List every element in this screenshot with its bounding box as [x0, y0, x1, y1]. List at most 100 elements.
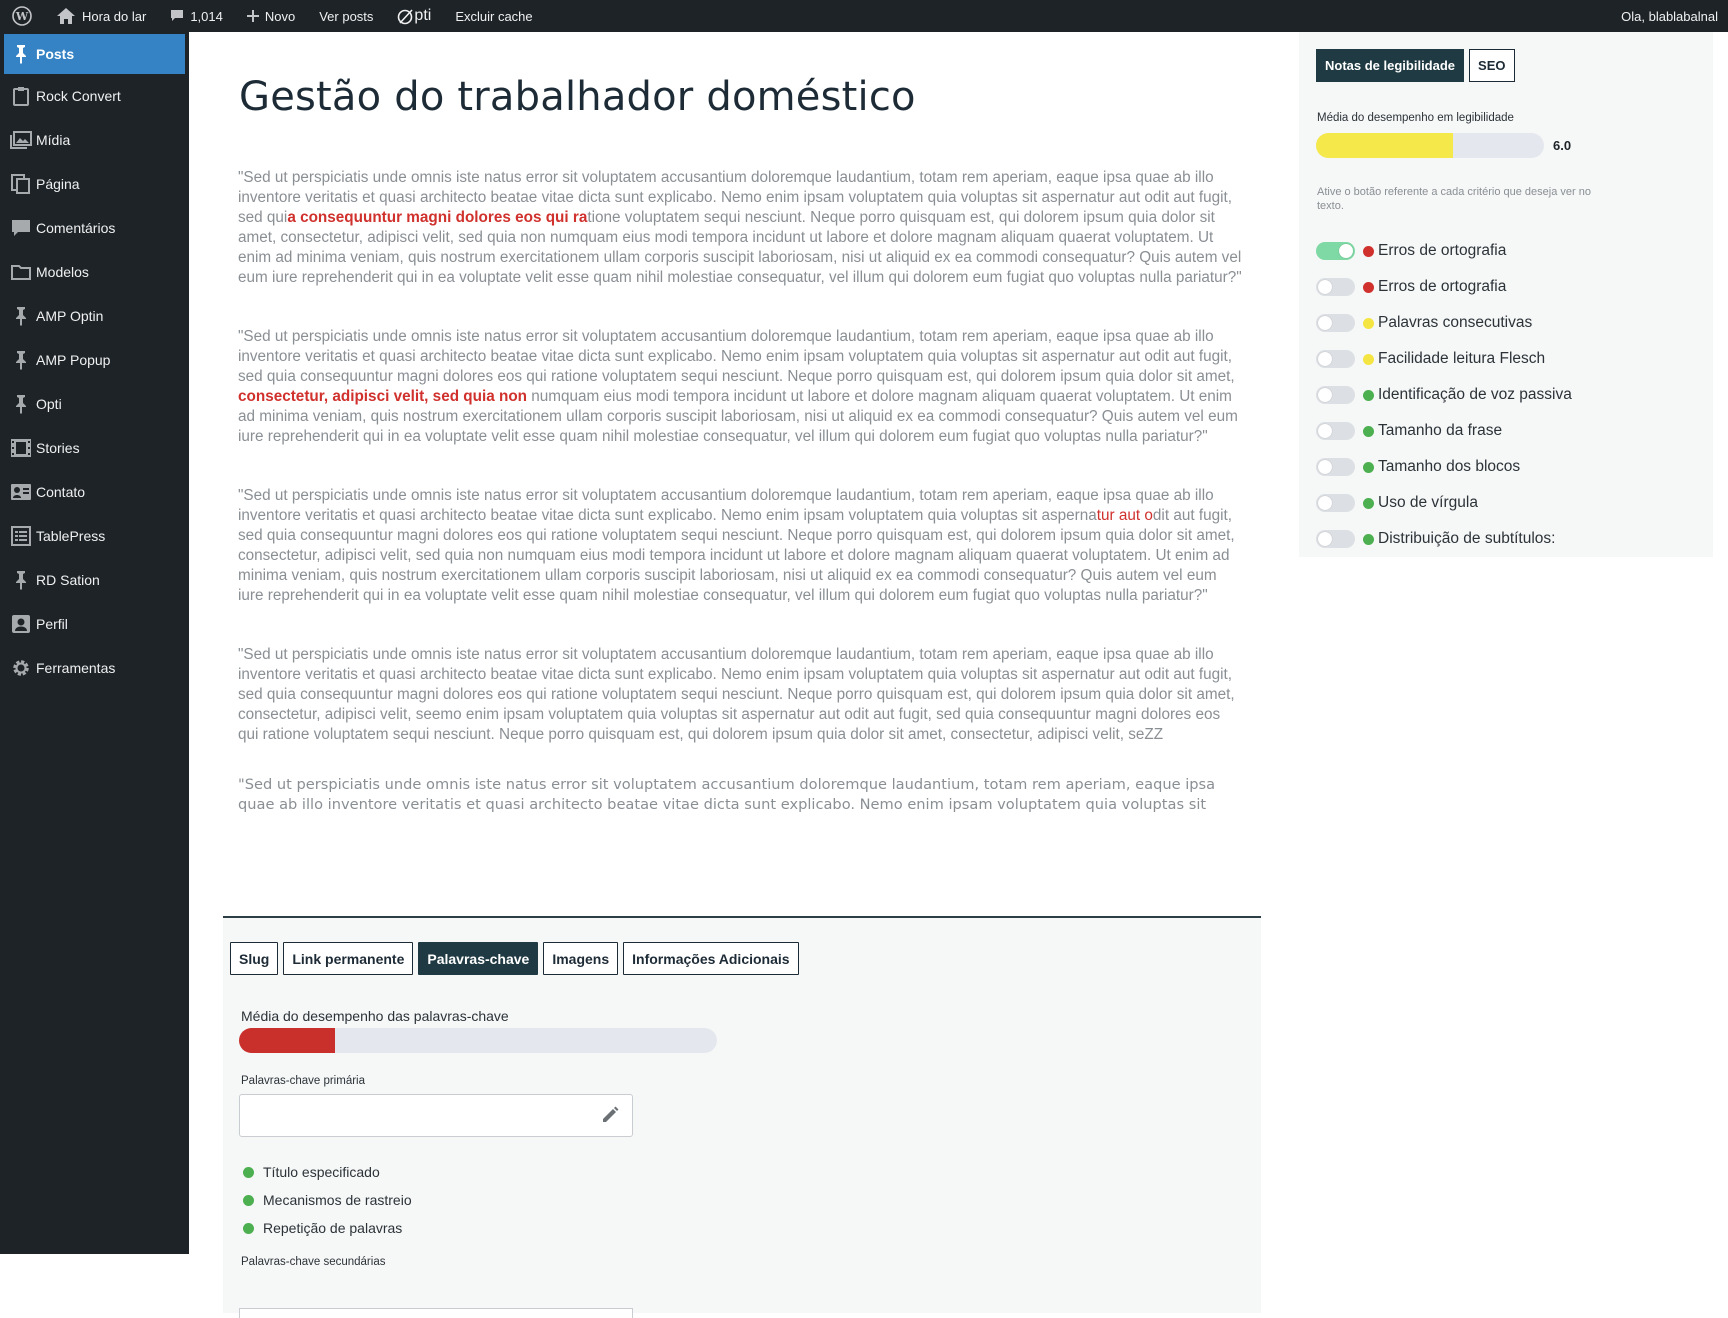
- criterion-toggle[interactable]: [1316, 314, 1355, 332]
- sidebar-item-stories[interactable]: Stories: [0, 426, 189, 470]
- tab-link-permanente[interactable]: Link permanente: [283, 942, 414, 975]
- primary-keyword-input[interactable]: [239, 1094, 633, 1137]
- criterion-row: Facilidade leitura Flesch: [1316, 341, 1572, 377]
- paragraph[interactable]: "Sed ut perspiciatis unde omnis iste nat…: [238, 168, 1243, 288]
- opti-menu[interactable]: pti: [385, 0, 443, 32]
- paragraph[interactable]: "Sed ut perspiciatis unde omnis iste nat…: [238, 486, 1243, 606]
- toggle-knob: [1318, 352, 1332, 366]
- sidebar-item-label: AMP Popup: [36, 352, 111, 368]
- tab-notas-legibilidade[interactable]: Notas de legibilidade: [1316, 49, 1465, 82]
- paragraph[interactable]: "Sed ut perspiciatis unde omnis iste nat…: [238, 327, 1243, 447]
- keyword-checks: Título especificado Mecanismos de rastre…: [243, 1158, 412, 1242]
- criterion-toggle[interactable]: [1316, 530, 1355, 548]
- criterion-label: Uso de vírgula: [1378, 494, 1478, 511]
- film-icon: [10, 437, 32, 459]
- readability-score-bar: [1316, 133, 1544, 158]
- status-dot: [1363, 389, 1374, 401]
- comment-icon: [171, 10, 184, 21]
- tab-slug[interactable]: Slug: [230, 942, 279, 975]
- editor-main: Gestão do trabalhador doméstico "Sed ut …: [189, 32, 1299, 1318]
- site-name-link[interactable]: Hora do lar: [44, 0, 158, 32]
- user-icon: [10, 613, 32, 635]
- highlighted-issue: consectetur, adipisci velit, sed quia no…: [238, 388, 528, 405]
- readability-score-fill: [1316, 133, 1453, 158]
- status-dot: [1363, 245, 1374, 257]
- sidebar-item-rd-sation[interactable]: RD Sation: [0, 558, 189, 602]
- criterion-toggle[interactable]: [1316, 350, 1355, 368]
- check-item: Repetição de palavras: [243, 1214, 412, 1242]
- tab-palavras-chave[interactable]: Palavras-chave: [418, 942, 539, 975]
- comments-link[interactable]: 1,014: [158, 0, 235, 32]
- sidebar-item-modelos[interactable]: Modelos: [0, 250, 189, 294]
- criterion-label: Erros de ortografia: [1378, 242, 1507, 259]
- status-dot: [243, 1194, 254, 1206]
- sidebar-item-posts[interactable]: Posts: [4, 34, 185, 74]
- toggle-knob: [1318, 280, 1332, 294]
- sidebar-item-midia[interactable]: Mídia: [0, 118, 189, 162]
- criterion-row: Erros de ortografia: [1316, 269, 1572, 305]
- sidebar-item-amp-popup[interactable]: AMP Popup: [0, 338, 189, 382]
- sidebar-item-tablepress[interactable]: TablePress: [0, 514, 189, 558]
- tab-imagens[interactable]: Imagens: [543, 942, 619, 975]
- criterion-toggle[interactable]: [1316, 242, 1355, 260]
- sidebar-item-label: Contato: [36, 484, 86, 500]
- status-dot: [1363, 353, 1374, 365]
- sidebar-item-label: Ferramentas: [36, 660, 116, 676]
- sidebar-item-label: RD Sation: [36, 572, 100, 588]
- sidebar-item-amp-optin[interactable]: AMP Optin: [0, 294, 189, 338]
- pin-icon: [10, 349, 32, 371]
- wordpress-logo-button[interactable]: W: [0, 0, 44, 32]
- sidebar-item-ferramentas[interactable]: Ferramentas: [0, 646, 189, 690]
- new-content-button[interactable]: Novo: [235, 0, 307, 32]
- criterion-toggle[interactable]: [1316, 458, 1355, 476]
- keyword-average-label: Média do desempenho das palavras-chave: [241, 1008, 509, 1024]
- sidebar-item-contato[interactable]: Contato: [0, 470, 189, 514]
- sidebar-item-comentarios[interactable]: Comentários: [0, 206, 189, 250]
- secondary-keyword-input[interactable]: [239, 1308, 633, 1318]
- criterion-toggle[interactable]: [1316, 422, 1355, 440]
- toggle-knob: [1318, 496, 1332, 510]
- sidebar-item-opti[interactable]: Opti: [0, 382, 189, 426]
- readability-hint: Ative o botão referente a cada critério …: [1317, 186, 1591, 212]
- criterion-toggle[interactable]: [1316, 386, 1355, 404]
- status-dot: [1363, 425, 1374, 437]
- post-title[interactable]: Gestão do trabalhador doméstico: [239, 74, 916, 120]
- paragraph[interactable]: "Sed ut perspiciatis unde omnis iste nat…: [238, 775, 1243, 815]
- criterion-row: Erros de ortografia: [1316, 233, 1572, 269]
- folder-icon: [10, 261, 32, 283]
- check-item: Mecanismos de rastreio: [243, 1186, 412, 1214]
- criterion-row: Uso de vírgula: [1316, 485, 1572, 521]
- pin-icon: [10, 393, 32, 415]
- post-content[interactable]: "Sed ut perspiciatis unde omnis iste nat…: [238, 168, 1243, 918]
- status-dot: [1363, 317, 1374, 329]
- pencil-icon[interactable]: [600, 1105, 620, 1125]
- check-item: Título especificado: [243, 1158, 412, 1186]
- view-posts-link[interactable]: Ver posts: [307, 0, 385, 32]
- pin-icon: [10, 569, 32, 591]
- plus-icon: [246, 10, 259, 22]
- criterion-toggle[interactable]: [1316, 494, 1355, 512]
- readability-tabs: Notas de legibilidade SEO: [1316, 49, 1515, 82]
- paragraph[interactable]: "Sed ut perspiciatis unde omnis iste nat…: [238, 645, 1243, 745]
- status-dot: [243, 1166, 254, 1178]
- primary-keyword-label: Palavras-chave primária: [241, 1075, 365, 1087]
- sidebar-item-label: AMP Optin: [36, 308, 104, 324]
- tab-seo[interactable]: SEO: [1469, 49, 1515, 82]
- criterion-toggle[interactable]: [1316, 278, 1355, 296]
- sidebar-item-rock-convert[interactable]: Rock Convert: [0, 74, 189, 118]
- highlighted-issue: a consequuntur magni dolores eos qui ra: [287, 209, 588, 226]
- seo-bottom-panel: Slug Link permanente Palavras-chave Imag…: [223, 916, 1261, 1318]
- view-posts-label: Ver posts: [319, 8, 374, 24]
- gear-icon: [10, 657, 32, 679]
- criteria-list: Erros de ortografia Erros de ortografia Pa…: [1316, 233, 1572, 557]
- clear-cache-button[interactable]: Excluir cache: [443, 0, 544, 32]
- admin-sidebar: Posts Rock Convert Mídia Página Comentár…: [0, 32, 189, 1254]
- opti-logo-icon: [398, 8, 414, 24]
- criterion-label: Palavras consecutivas: [1378, 314, 1533, 331]
- sidebar-item-pagina[interactable]: Página: [0, 162, 189, 206]
- comment-icon: [10, 217, 32, 239]
- account-menu[interactable]: Ola, blablabalnal: [1609, 0, 1728, 32]
- tab-informacoes-adicionais[interactable]: Informações Adicionais: [623, 942, 799, 975]
- toggle-knob: [1318, 388, 1332, 402]
- sidebar-item-perfil[interactable]: Perfil: [0, 602, 189, 646]
